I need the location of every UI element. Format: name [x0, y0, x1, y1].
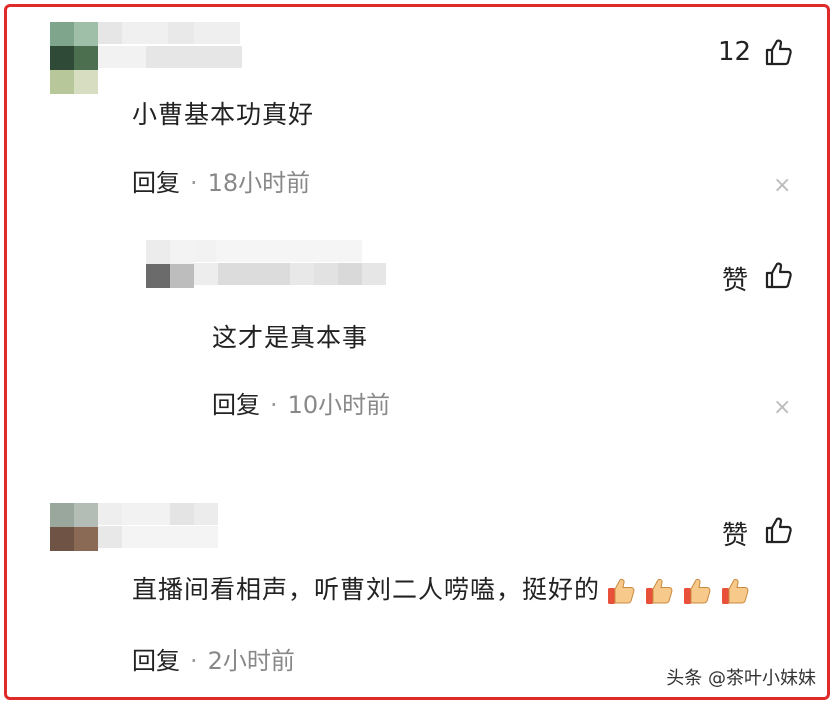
close-icon[interactable]: × — [773, 175, 791, 197]
thumbs-up-icon[interactable] — [764, 260, 794, 290]
username-blurred — [194, 263, 386, 285]
reply-button[interactable]: 回复 — [212, 391, 260, 419]
reply-button[interactable]: 回复 — [132, 169, 180, 197]
thumbs-up-emoji-icon — [646, 578, 673, 604]
separator-dot: · — [190, 647, 198, 675]
username-blurred[interactable] — [98, 22, 240, 44]
thumbs-up-icon[interactable] — [764, 37, 794, 67]
comment-text: 这才是真本事 — [212, 323, 369, 352]
watermark: 头条 @茶叶小妹妹 — [666, 668, 816, 689]
comment-meta: 回复 · 18小时前 — [132, 163, 310, 198]
username-blurred[interactable] — [98, 503, 218, 525]
timestamp: 10小时前 — [287, 391, 391, 419]
comment-meta: 回复 · 2小时前 — [132, 641, 295, 676]
comment-meta: 回复 · 10小时前 — [212, 385, 390, 420]
avatar[interactable] — [146, 240, 194, 288]
like-label: 赞 — [722, 266, 749, 296]
thumbs-up-icon[interactable] — [764, 515, 794, 545]
thumbs-up-emoji-icon — [684, 578, 711, 604]
like-label: 赞 — [722, 521, 749, 551]
close-icon[interactable]: × — [773, 397, 791, 419]
thumbs-up-emoji-icon — [608, 578, 635, 604]
thumbs-up-emoji-icon — [722, 578, 749, 604]
separator-dot: · — [190, 169, 198, 197]
separator-dot: · — [270, 391, 278, 419]
avatar[interactable] — [50, 503, 98, 551]
username-blurred[interactable] — [194, 240, 362, 262]
comment-text-row: 直播间看相声，听曹刘二人唠嗑，挺好的 — [132, 570, 752, 607]
username-blurred — [98, 46, 242, 68]
avatar[interactable] — [50, 22, 98, 94]
username-blurred — [98, 526, 218, 548]
comment-text: 小曹基本功真好 — [132, 100, 315, 129]
timestamp: 18小时前 — [207, 169, 311, 197]
comment-text: 直播间看相声，听曹刘二人唠嗑，挺好的 — [132, 575, 601, 604]
reply-button[interactable]: 回复 — [132, 647, 180, 675]
like-count: 12 — [718, 37, 752, 67]
timestamp: 2小时前 — [207, 647, 295, 675]
